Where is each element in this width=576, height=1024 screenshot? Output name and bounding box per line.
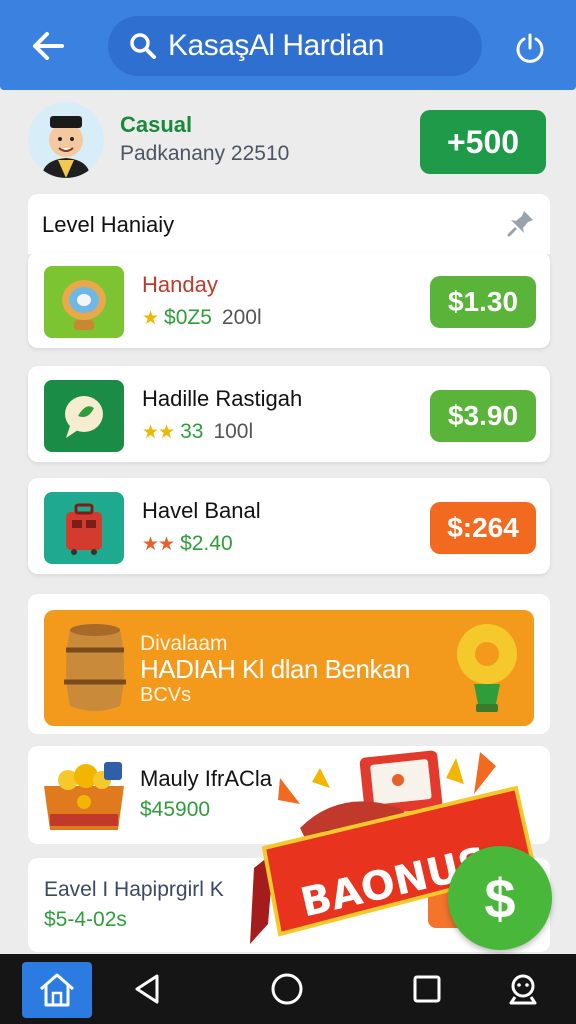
level-item-card[interactable]: Hadille Rastigah ★★ 33 100l $3.90: [28, 366, 550, 462]
trophy-icon: [457, 624, 517, 712]
assistant-icon: [509, 974, 537, 1005]
nav-assistant-button[interactable]: [498, 964, 548, 1014]
reward-card-secondary-value: $5-4-02s: [44, 908, 127, 931]
suitcase-icon: [66, 503, 102, 555]
pin-icon[interactable]: [506, 208, 536, 238]
item-price-button[interactable]: $3.90: [430, 390, 536, 442]
power-icon: [516, 33, 544, 63]
reward-card-value: $45900: [140, 798, 211, 821]
star-rating-icon: ★: [142, 307, 159, 329]
reward-card[interactable]: Mauly IfrACla $45900: [28, 746, 550, 844]
promo-banner-line-3: BCVs: [140, 684, 192, 706]
item-meta: ★ $0Z5 200l: [142, 306, 262, 330]
circle-home-icon: [271, 973, 303, 1005]
item-price-button[interactable]: $:264: [430, 502, 536, 554]
back-arrow-icon: [33, 32, 64, 60]
avatar-character-icon: [28, 102, 104, 178]
item-meta-extra: 200l: [221, 306, 262, 329]
item-thumbnail: [44, 380, 124, 452]
cash-fab-button[interactable]: $: [448, 846, 552, 950]
item-meta: ★★ 33 100l: [142, 420, 253, 444]
item-name: Hadille Rastigah: [142, 386, 303, 411]
item-thumbnail: [44, 266, 124, 338]
item-meta-value: 33: [180, 420, 204, 443]
star-rating-icon: ★★: [142, 421, 175, 443]
barrel-icon: [64, 624, 126, 711]
promo-banner[interactable]: Divalaam HADIAH Kl dlan Benkan BCVs: [44, 610, 534, 726]
level-item-card[interactable]: Handay ★ $0Z5 200l $1.30: [28, 252, 550, 348]
level-section-header: Level Haniaiy: [28, 194, 550, 254]
nav-back-button[interactable]: [122, 964, 172, 1014]
item-name: Havel Banal: [142, 498, 261, 523]
item-meta: ★★ $2.40: [142, 532, 233, 556]
chat-bubble-icon: [65, 396, 103, 438]
home-icon: [40, 973, 74, 1007]
item-meta-extra: 100l: [213, 420, 254, 443]
level-item-card[interactable]: Havel Banal ★★ $2.40 $:264: [28, 478, 550, 574]
level-section-title: Level Haniaiy: [42, 212, 175, 237]
back-button[interactable]: [28, 26, 68, 66]
square-recents-icon: [413, 975, 441, 1003]
item-meta-value: $2.40: [180, 532, 233, 555]
nav-recents-button[interactable]: [402, 964, 452, 1014]
triangle-back-icon: [135, 974, 159, 1004]
search-bar[interactable]: KasaşAl Hardian: [108, 16, 482, 76]
nav-home-circle-button[interactable]: [262, 964, 312, 1014]
star-rating-icon: ★★: [142, 533, 175, 555]
reward-card-title: Mauly IfrACla: [140, 766, 273, 791]
search-query-text: KasaşAl Hardian: [168, 29, 384, 62]
promo-banner-title: HADIAH Kl dlan Benkan: [140, 654, 410, 684]
dartboard-icon: [62, 280, 106, 330]
item-meta-value: $0Z5: [164, 306, 212, 329]
item-price-button[interactable]: $1.30: [430, 276, 536, 328]
nav-home-button[interactable]: [22, 962, 92, 1018]
claim-bonus-button[interactable]: +500: [420, 110, 546, 174]
item-name: Handay: [142, 272, 218, 297]
promo-banner-container: Divalaam HADIAH Kl dlan Benkan BCVs: [28, 594, 550, 734]
treasure-chest-icon: [44, 762, 124, 830]
promo-banner-line-1: Divalaam: [140, 632, 228, 655]
item-thumbnail: [44, 492, 124, 564]
profile-subtitle: Padkanany 22510: [120, 142, 290, 165]
top-app-bar: KasaşAl Hardian: [0, 0, 576, 90]
system-navigation-bar: [0, 954, 576, 1024]
search-icon: [130, 33, 156, 59]
user-avatar[interactable]: [28, 102, 104, 178]
profile-name: Casual: [120, 112, 193, 137]
reward-card-secondary-title: Eavel I Hapiprgirl K: [44, 878, 224, 901]
dollar-icon: $: [484, 866, 516, 930]
power-button[interactable]: [510, 28, 550, 68]
